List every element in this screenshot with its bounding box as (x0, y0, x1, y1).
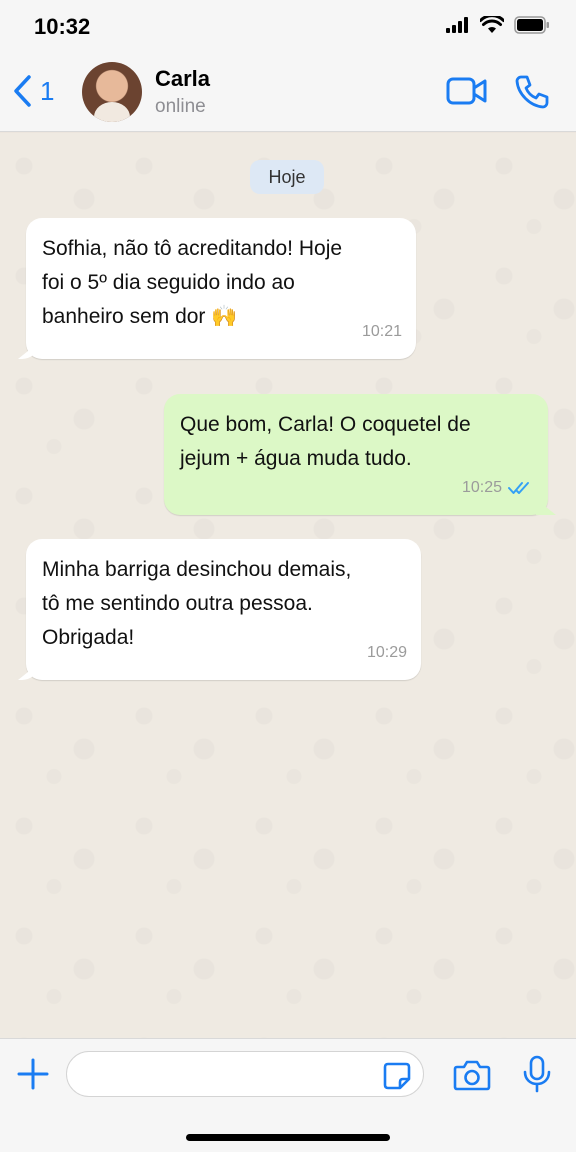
microphone-button[interactable] (522, 1055, 552, 1093)
chat-area[interactable]: Hoje Sofhia, não tô acreditando! Hoje fo… (0, 133, 576, 1038)
contact-name[interactable]: Carla (155, 66, 210, 92)
message-outgoing[interactable]: Que bom, Carla! O coquetel de jejum + ág… (164, 394, 548, 515)
plus-icon (16, 1057, 50, 1091)
status-time: 10:32 (34, 14, 91, 39)
microphone-icon (522, 1055, 552, 1093)
camera-button[interactable] (453, 1059, 491, 1091)
video-call-button[interactable] (446, 76, 488, 106)
voice-call-button[interactable] (514, 74, 550, 110)
chevron-left-icon (12, 74, 34, 108)
message-text: Sofhia, não tô acreditando! Hoje foi o 5… (42, 237, 343, 328)
avatar[interactable] (82, 62, 142, 122)
camera-icon (453, 1059, 491, 1091)
status-icons (446, 16, 550, 34)
home-indicator[interactable] (186, 1134, 390, 1141)
message-incoming[interactable]: Sofhia, não tô acreditando! Hoje foi o 5… (26, 218, 416, 359)
contact-status: online (155, 96, 206, 117)
message-time: 10:21 (361, 323, 402, 340)
message-input[interactable] (66, 1051, 424, 1097)
sticker-button[interactable] (382, 1061, 412, 1091)
sticker-icon (382, 1061, 412, 1091)
message-incoming[interactable]: Minha barriga desinchou demais, tô me se… (26, 539, 421, 680)
back-button[interactable]: 1 (12, 74, 54, 108)
message-text: Minha barriga desinchou demais, tô me se… (42, 558, 352, 649)
attach-button[interactable] (16, 1057, 50, 1091)
signal-icon (446, 17, 470, 33)
date-separator: Hoje (250, 160, 324, 194)
status-bar: 10:32 (0, 0, 576, 56)
unread-count: 1 (40, 75, 55, 106)
message-text: Que bom, Carla! O coquetel de jejum + ág… (180, 413, 471, 470)
video-camera-icon (446, 76, 488, 106)
message-time: 10:29 (366, 644, 407, 661)
chat-header: 1 Carla online (0, 56, 576, 132)
message-time: 10:25 (461, 479, 502, 496)
input-bar (0, 1038, 576, 1152)
phone-icon (514, 74, 550, 110)
double-check-icon (508, 481, 534, 495)
wifi-icon (480, 16, 504, 34)
battery-icon (514, 16, 550, 34)
